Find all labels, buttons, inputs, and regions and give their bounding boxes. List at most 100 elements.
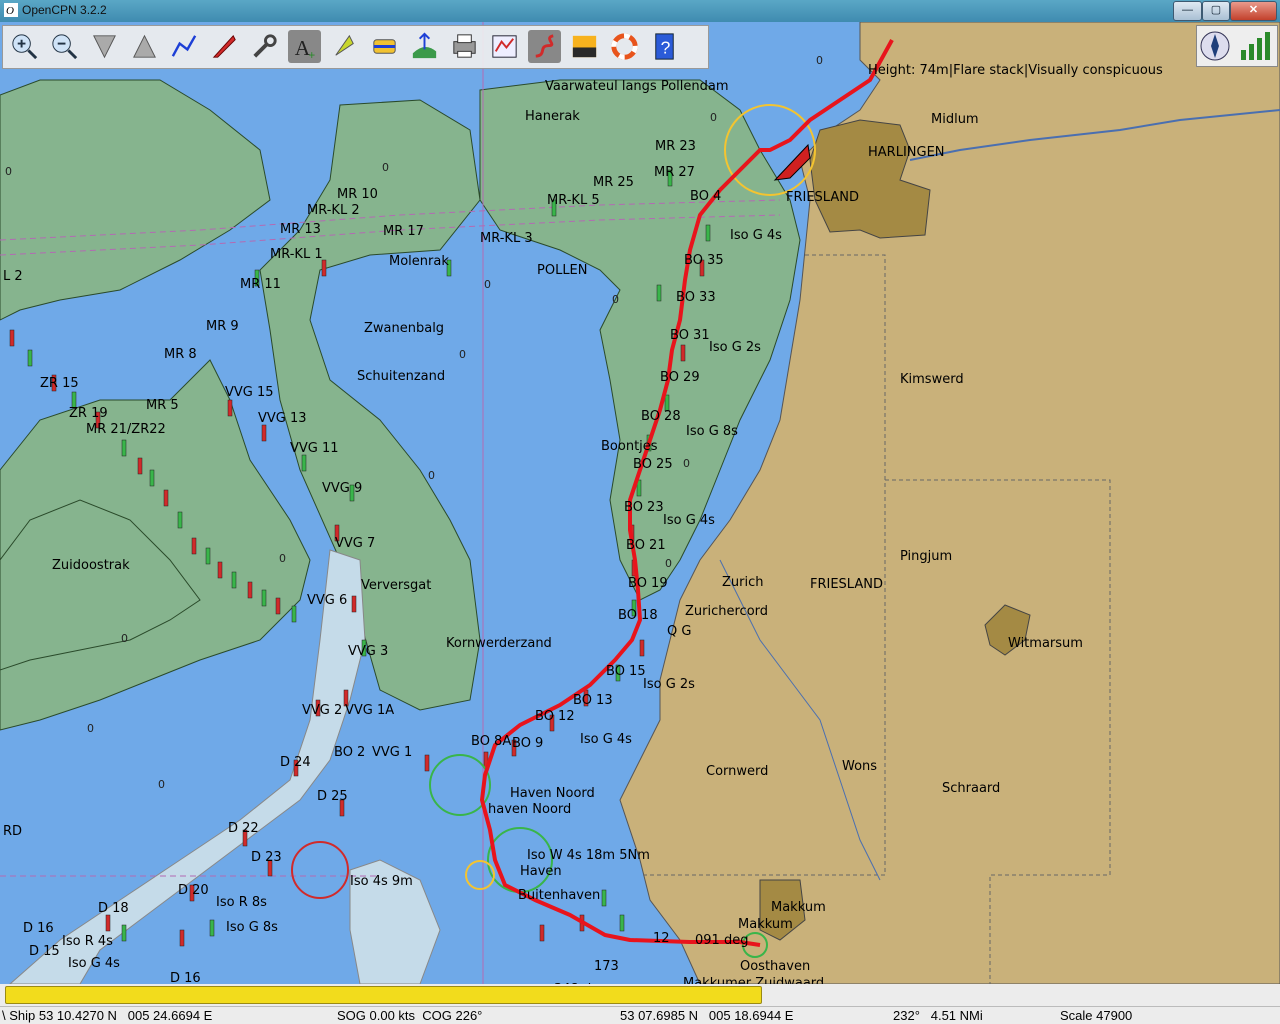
chart-label: MR 11 (240, 277, 281, 292)
settings-button[interactable] (248, 30, 281, 63)
svg-text:O: O (6, 5, 14, 17)
zoom-in-button[interactable] (8, 30, 41, 63)
follow-icon (212, 34, 236, 58)
chart-label: BO 4 (690, 189, 721, 204)
follow-button[interactable] (208, 30, 241, 63)
track-button[interactable] (528, 30, 561, 63)
zoom-out-button[interactable] (48, 30, 81, 63)
print-icon (453, 34, 476, 58)
chart-label: Kimswerd (900, 372, 964, 387)
chart-label: Iso G 4s (663, 513, 715, 528)
status-bar: \ Ship 53 10.4270 N 005 24.6694 E SOG 0.… (0, 1006, 1280, 1024)
maximize-button[interactable]: ▢ (1202, 1, 1230, 21)
chart-label: HARLINGEN (868, 145, 945, 160)
chart-label: L 2 (3, 269, 23, 284)
current-icon (335, 34, 354, 56)
chart-label: BO 9 (512, 736, 543, 751)
route-manager-button[interactable] (488, 30, 521, 63)
scale-in-button[interactable] (88, 30, 121, 63)
chart-label: VVG 11 (290, 441, 339, 456)
chart-label: FRIESLAND (810, 577, 883, 592)
chart-label: BO 21 (626, 538, 666, 553)
chart-label: MR 27 (654, 165, 695, 180)
chart-label: Boontjes (601, 439, 658, 454)
scale-out-button[interactable] (128, 30, 161, 63)
chart-label: Iso G 8s (226, 920, 278, 935)
print-button[interactable] (448, 30, 481, 63)
svg-text:+: + (308, 49, 315, 62)
chart-label: Height: 74m|Flare stack|Visually conspic… (868, 63, 1163, 78)
opencpn-app-icon: O (4, 3, 18, 17)
compass-icon (1200, 31, 1230, 61)
chart-label: 12 (653, 931, 670, 946)
chart-label: RD (3, 824, 22, 839)
route-button[interactable] (168, 30, 201, 63)
chart-label: MR-KL 5 (547, 193, 600, 208)
ship-position: \ Ship 53 10.4270 N 005 24.6694 E (2, 1008, 213, 1023)
tide-button[interactable] (368, 30, 401, 63)
depth-sounding: 0 (710, 111, 717, 124)
red-buoy-icon (227, 399, 233, 417)
close-button[interactable]: ✕ (1230, 1, 1277, 21)
chart-label: BO 2 (334, 745, 365, 760)
red-buoy-icon (680, 344, 686, 362)
chart-label: VVG 13 (258, 411, 307, 426)
chart-label: Schraard (942, 781, 1000, 796)
red-buoy-icon (424, 754, 430, 772)
chart-label: MR 17 (383, 224, 424, 239)
chart-canvas[interactable]: Height: 74m|Flare stack|Visually conspic… (0, 22, 1280, 984)
chart-label: Witmarsum (1008, 636, 1083, 651)
color-scheme-button[interactable] (568, 30, 601, 63)
chart-label: Verversgat (361, 578, 431, 593)
gps-button[interactable] (408, 30, 441, 63)
chart-label: D 18 (98, 901, 129, 916)
chart-label: BO 35 (684, 253, 724, 268)
chart-label: Molenrak (389, 254, 449, 269)
depth-sounding: 0 (665, 557, 672, 570)
gps-icon (412, 32, 437, 59)
chart-label: Schuitenzand (357, 369, 445, 384)
green-buoy-icon (177, 511, 183, 529)
chart-label: Zuidoostrak (52, 558, 130, 573)
chart-load-progress (0, 984, 1280, 1006)
minimize-button[interactable]: — (1173, 1, 1202, 21)
chart-label: BO 31 (670, 328, 710, 343)
chart-label: Makkum (738, 917, 793, 932)
window-title: OpenCPN 3.2.2 (22, 3, 107, 17)
red-buoy-icon (191, 537, 197, 555)
chart-label: POLLEN (537, 263, 588, 278)
red-buoy-icon (275, 597, 281, 615)
compass-gps-widget[interactable] (1196, 25, 1278, 67)
chart-label: BO 8A (471, 734, 511, 749)
help-button[interactable]: ? (648, 30, 681, 63)
chart-label: BO 13 (573, 693, 613, 708)
chart-label: Vaarwateul langs Pollendam (545, 79, 729, 94)
green-buoy-icon (705, 224, 711, 242)
red-buoy-icon (179, 929, 185, 947)
chart-label: FRIESLAND (786, 190, 859, 205)
chart-label: BO 23 (624, 500, 664, 515)
depth-sounding: 0 (158, 778, 165, 791)
chart-label: Midlum (931, 112, 979, 127)
zoom-in-icon (12, 34, 38, 60)
chart-label: Oosthaven (740, 959, 810, 974)
mob-icon (611, 33, 638, 60)
chart-label: D 20 (178, 883, 209, 898)
chart-label: D 23 (251, 850, 282, 865)
current-button[interactable] (328, 30, 361, 63)
mob-button[interactable] (608, 30, 641, 63)
red-buoy-icon (261, 424, 267, 442)
chart-label: D 16 (170, 971, 201, 984)
text-button[interactable]: A + (288, 30, 321, 63)
nautical-chart[interactable]: Height: 74m|Flare stack|Visually conspic… (0, 22, 1280, 984)
red-buoy-icon (351, 595, 357, 613)
chart-label: Zwanenbalg (364, 321, 444, 336)
help-icon: ? (655, 33, 674, 60)
text-icon: A+ (295, 36, 316, 62)
bearing-distance: 232° 4.51 NMi (893, 1008, 983, 1023)
chart-label: Zurich (722, 575, 764, 590)
track-icon (535, 34, 554, 58)
chart-label: Iso G 4s (68, 956, 120, 971)
depth-sounding: 0 (612, 293, 619, 306)
chart-scale: Scale 47900 (1060, 1008, 1133, 1023)
